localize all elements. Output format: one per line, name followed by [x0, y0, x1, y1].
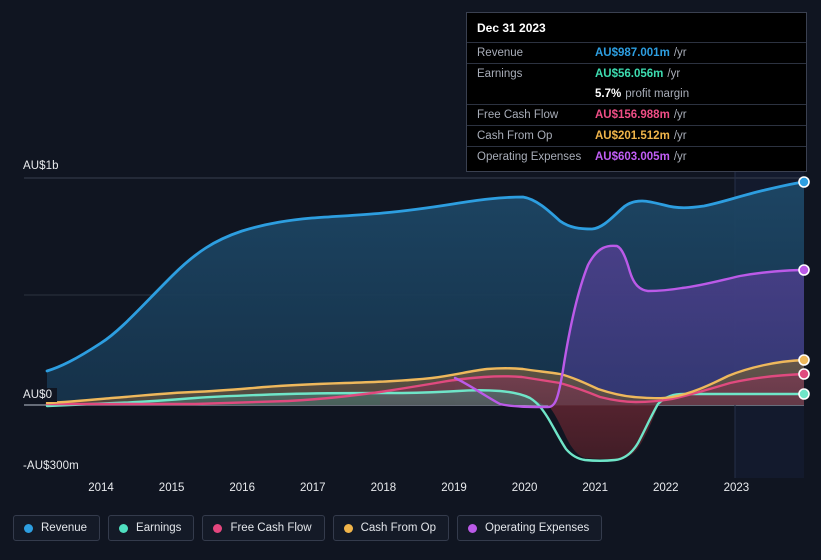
- legend-item-earnings[interactable]: Earnings: [108, 515, 195, 541]
- tooltip-row-value-group: AU$201.512m/yr: [595, 130, 687, 142]
- legend-item-label: Earnings: [136, 522, 182, 534]
- tooltip-row-value-group: 5.7% profit margin: [595, 88, 689, 100]
- tooltip-row-value: AU$603.005m: [595, 151, 670, 163]
- fcf-endpoint-marker: [798, 368, 810, 380]
- tooltip-row-unit: /yr: [667, 68, 681, 80]
- x-axis-tick-2020: 2020: [511, 482, 538, 494]
- tooltip-row: Revenue AU$987.001m/yr: [467, 42, 806, 63]
- x-axis-tick-2014: 2014: [88, 482, 114, 494]
- x-axis-tick-2018: 2018: [370, 482, 397, 494]
- opex-endpoint-marker: [798, 264, 810, 276]
- tooltip-row-label: Revenue: [477, 47, 524, 59]
- legend-item-cash-from-op[interactable]: Cash From Op: [332, 515, 450, 541]
- revenue-endpoint-marker: [798, 176, 810, 188]
- legend-color-dot-icon: [213, 523, 223, 533]
- legend-color-dot-icon: [24, 523, 33, 533]
- x-axis-tick-2021: 2021: [582, 482, 608, 494]
- y-axis-label-bottom: -AU$300m: [20, 459, 84, 473]
- tooltip-rows: Revenue AU$987.001m/yr Earnings AU$56.056m /…: [467, 42, 806, 167]
- tooltip-row-label: Cash From Op: [477, 130, 553, 142]
- tooltip-row: Earnings AU$56.056m/yr: [467, 63, 806, 84]
- cfo-endpoint-marker: [798, 354, 810, 366]
- tooltip-row-value-group: AU$987.001m/yr: [595, 47, 687, 59]
- legend-item-label: Revenue: [41, 522, 88, 534]
- tooltip-row-value-group: AU$156.988m/yr: [595, 109, 687, 121]
- tooltip-row-value: AU$56.056m: [595, 68, 664, 80]
- legend-item-operating-expenses[interactable]: Operating Expenses: [457, 515, 603, 541]
- earnings-endpoint-marker: [798, 388, 810, 400]
- legend-color-dot-icon: [343, 523, 353, 533]
- financial-performance-chart: AU$1b AU$0 -AU$300m 2014 2015 2016 2017 2018…: [0, 0, 821, 560]
- x-axis-tick-2016: 2016: [229, 482, 255, 494]
- x-axis-tick-2015: 2015: [158, 482, 185, 494]
- tooltip-row-value: AU$987.001m: [595, 47, 670, 59]
- chart-legend[interactable]: Revenue Earnings Free Cash Flow Cash From O…: [13, 515, 603, 541]
- legend-color-dot-icon: [468, 523, 478, 533]
- tooltip-row-value: 5.7%: [595, 88, 622, 100]
- x-axis-tick-2019: 2019: [441, 482, 467, 494]
- tooltip-row: Cash From Op AU$201.512m/yr: [467, 125, 806, 146]
- x-axis-tick-2023: 2023: [723, 482, 750, 494]
- tooltip-row-label: Free Cash Flow: [477, 109, 559, 121]
- x-axis-tick-2022: 2022: [653, 482, 679, 494]
- tooltip-row-label: Earnings: [477, 68, 523, 80]
- legend-item-label: Free Cash Flow: [230, 522, 312, 534]
- legend-item-free-cash-flow[interactable]: Free Cash Flow: [202, 515, 325, 541]
- tooltip-row-value: AU$156.988m: [595, 109, 670, 121]
- tooltip-row-value-group: AU$603.005m/yr: [595, 151, 687, 163]
- y-axis-label-zero: AU$0: [20, 388, 58, 402]
- legend-item-label: Cash From Op: [360, 522, 437, 534]
- tooltip-row-unit: /yr: [673, 151, 687, 163]
- tooltip-row-value-group: AU$56.056m/yr: [595, 68, 680, 80]
- tooltip-row-unit: /yr: [673, 109, 687, 121]
- y-axis-label-top: AU$1b: [20, 159, 64, 173]
- tooltip-row-unit: /yr: [673, 130, 687, 142]
- tooltip-row-value: AU$201.512m: [595, 130, 670, 142]
- tooltip-row: 5.7% profit margin: [467, 84, 806, 104]
- tooltip-row-unit: profit margin: [625, 88, 690, 100]
- data-tooltip: Dec 31 2023 Revenue AU$987.001m/yr Earning…: [466, 12, 807, 172]
- x-axis-tick-2017: 2017: [300, 482, 326, 494]
- tooltip-date: Dec 31 2023: [477, 21, 546, 35]
- tooltip-row-label: Operating Expenses: [477, 151, 582, 163]
- legend-item-revenue[interactable]: Revenue: [13, 515, 101, 541]
- legend-item-label: Operating Expenses: [485, 522, 590, 534]
- tooltip-row-unit: /yr: [673, 47, 687, 59]
- x-axis: 2014 2015 2016 2017 2018 2019 2020 2021 2022 2023: [0, 482, 821, 504]
- legend-color-dot-icon: [119, 523, 129, 533]
- tooltip-row: Operating Expenses AU$603.005m/yr: [467, 146, 806, 167]
- tooltip-row: Free Cash Flow AU$156.988m/yr: [467, 104, 806, 125]
